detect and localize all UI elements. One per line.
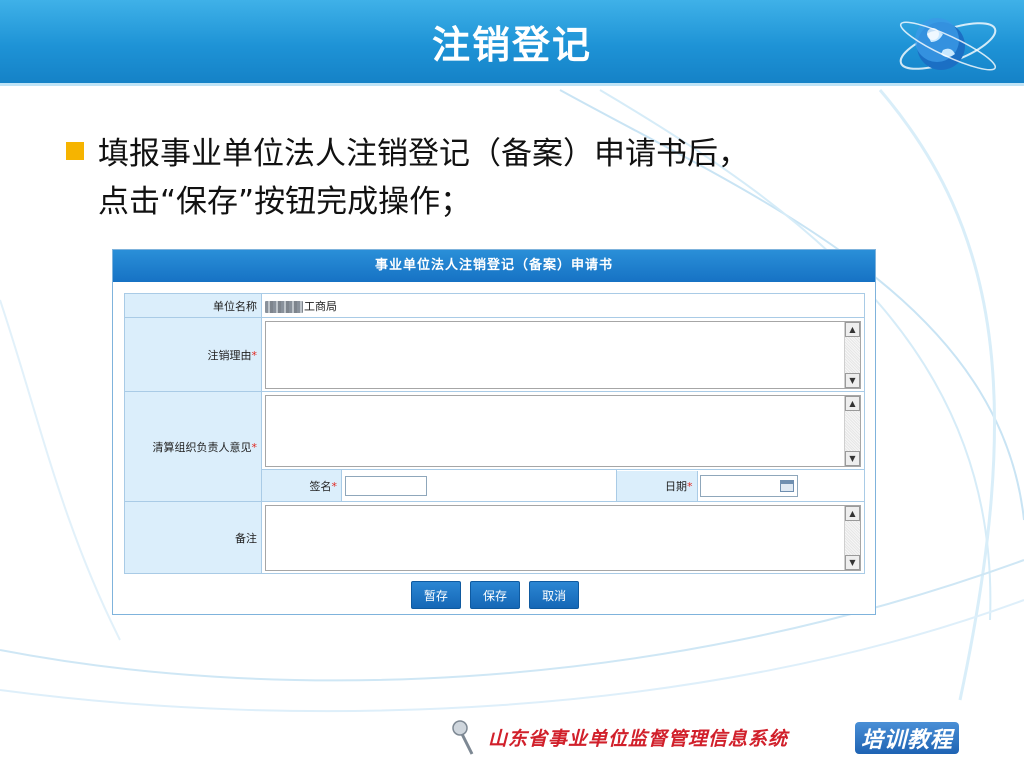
footer-system-name: 山东省事业单位监督管理信息系统 bbox=[488, 728, 789, 750]
scrollbar[interactable]: ▲ ▼ bbox=[844, 395, 860, 466]
scroll-down-icon[interactable]: ▼ bbox=[845, 554, 860, 570]
reason-textarea[interactable]: ▲ ▼ bbox=[265, 320, 861, 389]
pushpin-icon bbox=[452, 720, 474, 755]
bullet-text-line1: 填报事业单位法人注销登记（备案）申请书后， bbox=[98, 136, 749, 172]
bullet-marker bbox=[66, 142, 84, 160]
scroll-up-icon[interactable]: ▲ bbox=[845, 505, 860, 521]
unit-name-label: 单位名称 bbox=[124, 293, 262, 318]
unit-name-value: 工商局 bbox=[261, 293, 865, 318]
scrollbar[interactable]: ▲ ▼ bbox=[844, 321, 860, 388]
save-button[interactable]: 保存 bbox=[469, 581, 520, 609]
globe-icon bbox=[899, 18, 997, 71]
scroll-up-icon[interactable]: ▲ bbox=[845, 395, 860, 411]
bullet-text-line2: 点击“保存”按钮完成操作； bbox=[98, 184, 472, 220]
scroll-down-icon[interactable]: ▼ bbox=[845, 372, 860, 388]
date-label: 日期* bbox=[617, 470, 698, 501]
scroll-up-icon[interactable]: ▲ bbox=[845, 321, 860, 337]
footer-tag: 培训教程 bbox=[855, 722, 960, 754]
calendar-icon[interactable] bbox=[779, 479, 794, 492]
scrollbar[interactable]: ▲ ▼ bbox=[844, 505, 860, 570]
deregistration-form: 事业单位法人注销登记（备案）申请书 单位名称 工商局 注销理由* ▲ ▼ 清算组… bbox=[112, 249, 876, 615]
liquidation-opinion-textarea[interactable]: ▲ ▼ bbox=[265, 394, 861, 467]
form-header: 事业单位法人注销登记（备案）申请书 bbox=[113, 250, 875, 282]
remarks-label: 备注 bbox=[124, 501, 262, 574]
reason-label: 注销理由* bbox=[124, 317, 262, 392]
redacted-mark bbox=[265, 300, 303, 313]
liquidation-label: 清算组织负责人意见* bbox=[124, 391, 262, 502]
cancel-button[interactable]: 取消 bbox=[529, 581, 580, 609]
form-button-row: 暂存 保存 取消 bbox=[113, 581, 877, 609]
form-table: 单位名称 工商局 注销理由* ▲ ▼ 清算组织负责人意见* ▲ ▼ 签名* 日期… bbox=[124, 293, 865, 574]
title-bar: 注销登记 bbox=[0, 0, 1024, 86]
slide-title: 注销登记 bbox=[431, 23, 592, 67]
signature-label: 签名* bbox=[261, 469, 342, 502]
scroll-down-icon[interactable]: ▼ bbox=[845, 450, 860, 466]
signature-input[interactable] bbox=[345, 475, 427, 496]
date-input[interactable] bbox=[699, 474, 798, 497]
remarks-textarea[interactable]: ▲ ▼ bbox=[265, 504, 861, 571]
temp-save-button[interactable]: 暂存 bbox=[410, 581, 461, 609]
